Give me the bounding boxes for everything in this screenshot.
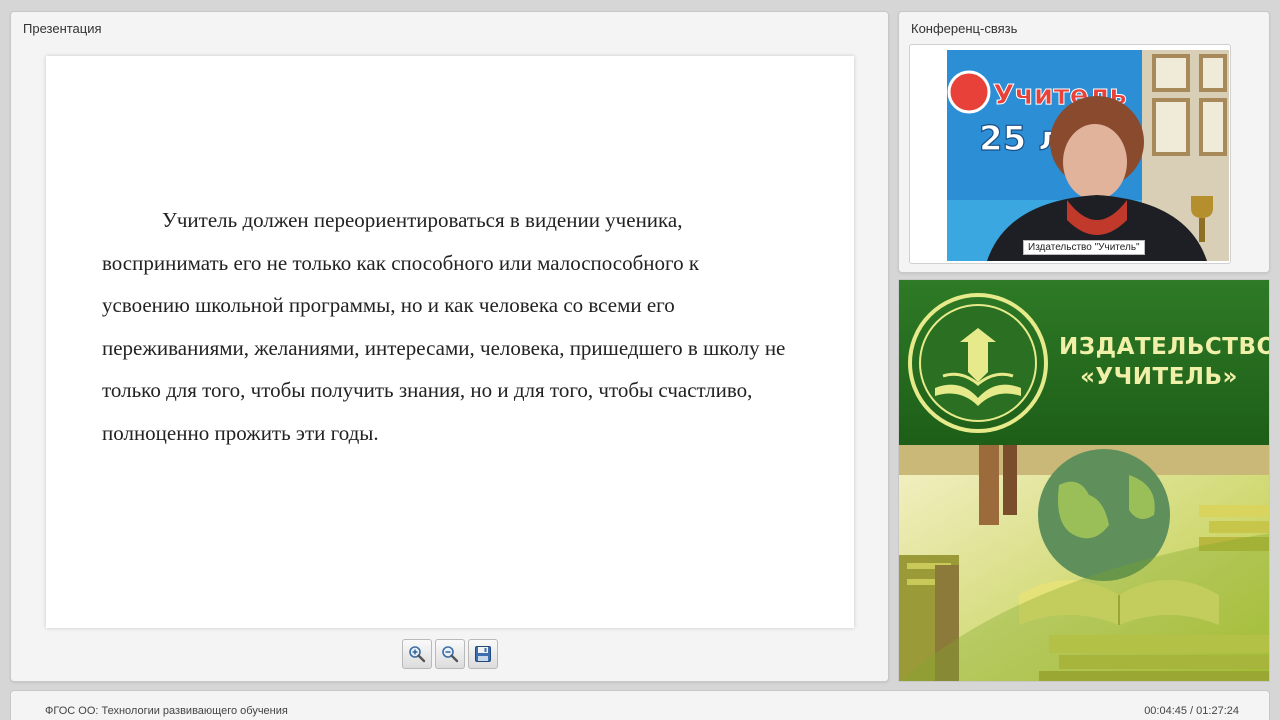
playback-timer: 00:04:45 / 01:27:24 (1144, 705, 1239, 717)
banner-line1: ИЗДАТЕЛЬСТВО (1059, 334, 1270, 360)
floppy-disk-icon (475, 646, 491, 662)
banner-line2: «УЧИТЕЛЬ» (1080, 364, 1238, 390)
video-frame: Учитель 25 лет Издательство "Учитель" (909, 44, 1231, 264)
conference-title: Конференц-связь (911, 21, 1018, 36)
video-scene: Учитель 25 лет (947, 50, 1229, 261)
presentation-panel: Презентация Учитель должен переориентиро… (10, 11, 889, 682)
presentation-title: Презентация (23, 21, 102, 36)
webcam-video[interactable]: Учитель 25 лет Издательство "Учитель" (947, 50, 1229, 261)
banner-header: ИЗДАТЕЛЬСТВО «УЧИТЕЛЬ» (899, 280, 1270, 445)
participant-label: Издательство "Учитель" (1023, 240, 1145, 255)
course-title: ФГОС ОО: Технологии развивающего обучени… (45, 705, 288, 717)
zoom-in-icon (409, 646, 426, 663)
slide-text: Учитель должен переориентироваться в вид… (102, 208, 786, 445)
books-globe-illustration (899, 445, 1269, 681)
zoom-out-icon (442, 646, 459, 663)
banner-publisher-name: ИЗДАТЕЛЬСТВО «УЧИТЕЛЬ» (1059, 332, 1270, 392)
zoom-in-button[interactable] (402, 639, 432, 669)
status-bar: ФГОС ОО: Технологии развивающего обучени… (10, 690, 1270, 720)
zoom-out-button[interactable] (435, 639, 465, 669)
conference-panel: Конференц-связь Учитель 25 лет Издательс… (898, 11, 1270, 273)
save-button[interactable] (468, 639, 498, 669)
banner-books-image (899, 445, 1269, 681)
publisher-banner: ИЗДАТЕЛЬСТВО «УЧИТЕЛЬ» (898, 279, 1270, 682)
slide-toolbar (402, 639, 498, 669)
slide: Учитель должен переориентироваться в вид… (46, 56, 854, 628)
publisher-logo-icon (908, 293, 1048, 433)
